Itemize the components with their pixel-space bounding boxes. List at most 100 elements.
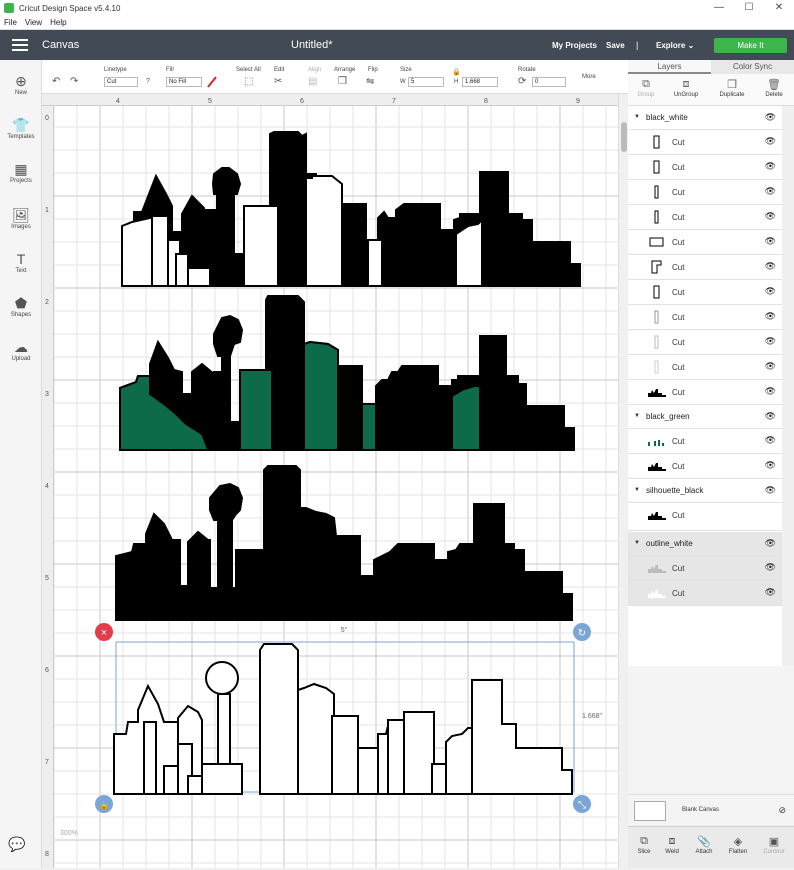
- projects-button[interactable]: ▦ Projects: [0, 160, 42, 184]
- explore-dropdown[interactable]: Explore ⌄: [656, 41, 694, 50]
- skyline-black-green[interactable]: [119, 295, 575, 451]
- zoom-level[interactable]: 300%: [60, 830, 78, 837]
- eye-hidden-icon[interactable]: ⊘: [778, 805, 786, 816]
- eye-icon[interactable]: 👁: [765, 538, 776, 549]
- resize-handle[interactable]: ⤡: [573, 795, 591, 813]
- layer-group-silhouette-black[interactable]: ▼ silhouette_black 👁: [628, 479, 782, 503]
- canvas-scrollbar[interactable]: [618, 94, 628, 868]
- contour-button[interactable]: ▣ Contour: [758, 835, 790, 855]
- save-link[interactable]: Save: [606, 41, 625, 50]
- layer-item[interactable]: Cut 👁: [628, 581, 782, 606]
- layer-list-scrollbar[interactable]: [782, 106, 794, 666]
- scissors-icon[interactable]: ✂: [274, 76, 282, 87]
- duplicate-button[interactable]: ❐ Duplicate: [714, 78, 750, 98]
- fill-color-swatch-icon[interactable]: [206, 76, 218, 88]
- close-button[interactable]: ✕: [766, 0, 792, 16]
- menu-help[interactable]: Help: [50, 18, 66, 27]
- caret-down-icon[interactable]: ▼: [634, 413, 640, 419]
- undo-icon[interactable]: ↶: [52, 76, 60, 87]
- caret-down-icon[interactable]: ▼: [634, 487, 640, 493]
- layer-item[interactable]: Cut 👁: [628, 180, 782, 205]
- layer-group-outline-white[interactable]: ▼ outline_white 👁: [628, 532, 782, 556]
- skyline-silhouette-black[interactable]: [115, 465, 573, 621]
- layer-item[interactable]: Cut 👁: [628, 330, 782, 355]
- rotate-input[interactable]: 0: [532, 77, 566, 87]
- eye-icon[interactable]: 👁: [765, 186, 776, 197]
- flatten-button[interactable]: ◈ Flatten: [722, 835, 754, 855]
- hamburger-menu-icon[interactable]: [12, 39, 28, 51]
- make-it-button[interactable]: Make It: [714, 38, 787, 53]
- eye-icon[interactable]: 👁: [765, 411, 776, 422]
- delete-button[interactable]: 🗑 Delete: [756, 78, 792, 98]
- layer-group-black-white[interactable]: ▼ black_white 👁: [628, 106, 782, 130]
- blank-canvas-swatch[interactable]: [634, 801, 666, 821]
- eye-icon[interactable]: 👁: [765, 386, 776, 397]
- menu-view[interactable]: View: [25, 18, 42, 27]
- eye-icon[interactable]: 👁: [765, 311, 776, 322]
- layer-item[interactable]: Cut 👁: [628, 355, 782, 380]
- layer-item[interactable]: Cut 👁: [628, 130, 782, 155]
- layer-item[interactable]: Cut 👁: [628, 556, 782, 581]
- eye-icon[interactable]: 👁: [765, 361, 776, 372]
- eye-icon[interactable]: 👁: [765, 161, 776, 172]
- images-button[interactable]: 🖼 Images: [0, 206, 42, 230]
- shapes-button[interactable]: ⬟ Shapes: [0, 294, 42, 318]
- group-button[interactable]: ⧉ Group: [628, 78, 664, 98]
- layer-item[interactable]: Cut: [628, 503, 782, 531]
- eye-icon[interactable]: 👁: [765, 336, 776, 347]
- layer-item[interactable]: Cut 👁: [628, 205, 782, 230]
- fill-select[interactable]: No Fill: [166, 77, 202, 87]
- layer-item[interactable]: Cut 👁: [628, 380, 782, 405]
- linetype-select[interactable]: Cut: [104, 77, 138, 87]
- layer-group-black-green[interactable]: ▼ black_green 👁: [628, 405, 782, 429]
- tab-color-sync[interactable]: Color Sync: [711, 60, 794, 74]
- caret-down-icon[interactable]: ▼: [634, 540, 640, 546]
- my-projects-link[interactable]: My Projects: [552, 41, 597, 50]
- eye-icon[interactable]: 👁: [765, 112, 776, 123]
- blank-canvas-row[interactable]: Blank Canvas ⊘: [628, 794, 794, 826]
- eye-icon[interactable]: 👁: [765, 460, 776, 471]
- maximize-button[interactable]: ☐: [736, 0, 762, 16]
- new-button[interactable]: ⊕ New: [0, 72, 42, 96]
- skyline-outline-white[interactable]: [113, 643, 573, 795]
- eye-icon[interactable]: 👁: [765, 211, 776, 222]
- eye-icon[interactable]: 👁: [765, 261, 776, 272]
- upload-button[interactable]: ☁ Upload: [0, 338, 42, 362]
- menu-file[interactable]: File: [4, 18, 17, 27]
- scrollbar-thumb[interactable]: [621, 122, 627, 152]
- more-dropdown[interactable]: More: [582, 74, 596, 80]
- minimize-button[interactable]: —: [706, 0, 732, 16]
- lock-handle[interactable]: 🔒: [95, 795, 113, 813]
- caret-down-icon[interactable]: ▼: [634, 114, 640, 120]
- layer-item[interactable]: Cut 👁: [628, 155, 782, 180]
- skyline-black-white[interactable]: [121, 131, 581, 287]
- eye-icon[interactable]: 👁: [765, 136, 776, 147]
- tab-layers[interactable]: Layers: [628, 60, 711, 74]
- select-all-icon[interactable]: ⬚: [244, 76, 253, 87]
- chat-icon[interactable]: 💬: [8, 836, 25, 853]
- attach-button[interactable]: 📎 Attach: [688, 835, 720, 855]
- redo-icon[interactable]: ↷: [70, 76, 78, 87]
- eye-icon[interactable]: 👁: [765, 485, 776, 496]
- align-icon[interactable]: ▤: [308, 76, 317, 87]
- eye-icon[interactable]: 👁: [765, 435, 776, 446]
- layer-item[interactable]: Cut 👁: [628, 429, 782, 454]
- height-input[interactable]: 1.668: [462, 77, 498, 87]
- eye-icon[interactable]: 👁: [765, 286, 776, 297]
- ungroup-button[interactable]: ⧈ UnGroup: [668, 78, 704, 98]
- lock-icon[interactable]: 🔒: [452, 68, 461, 76]
- design-canvas[interactable]: × ↻ 🔒 ⤡ 5" 1.668": [42, 94, 618, 868]
- layer-item[interactable]: Cut 👁: [628, 454, 782, 479]
- weld-button[interactable]: ⧈ Weld: [656, 835, 688, 855]
- delete-handle[interactable]: ×: [95, 623, 113, 641]
- layer-item[interactable]: Cut 👁: [628, 280, 782, 305]
- layer-item[interactable]: Cut 👁: [628, 230, 782, 255]
- arrange-icon[interactable]: ❐: [338, 76, 347, 87]
- eye-icon[interactable]: 👁: [765, 587, 776, 598]
- eye-icon[interactable]: 👁: [765, 562, 776, 573]
- help-icon[interactable]: ?: [146, 78, 150, 85]
- templates-button[interactable]: 👕 Templates: [0, 116, 42, 140]
- eye-icon[interactable]: 👁: [765, 236, 776, 247]
- layer-item[interactable]: Cut 👁: [628, 255, 782, 280]
- text-button[interactable]: T Text: [0, 250, 42, 274]
